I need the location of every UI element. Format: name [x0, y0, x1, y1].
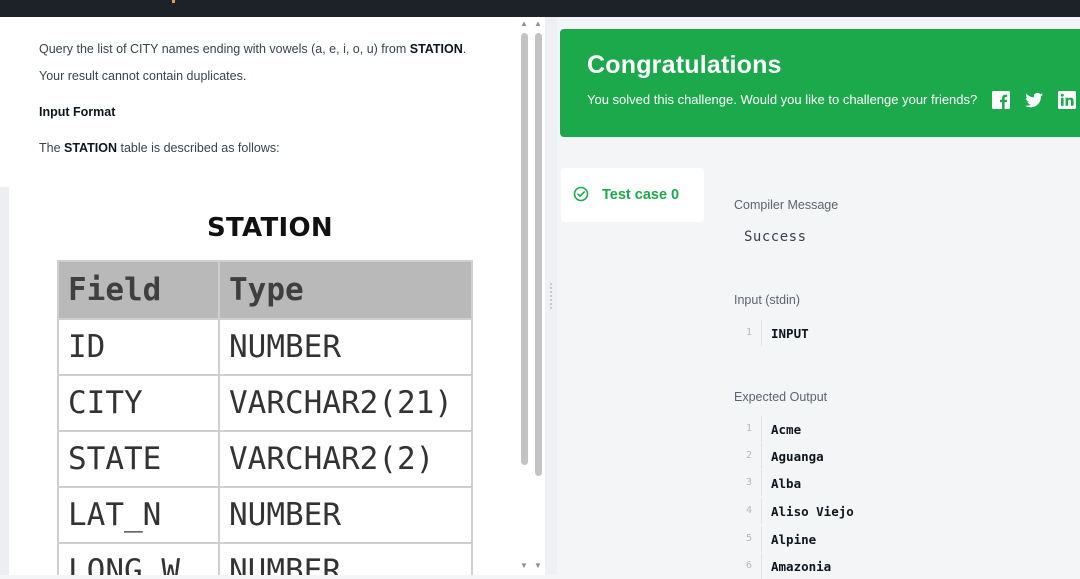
table-row: LONG_W NUMBER	[57, 542, 473, 575]
scroll-down-arrow-outer[interactable]: ▼	[534, 562, 542, 570]
resize-grip-icon[interactable]	[549, 282, 553, 310]
check-circle-icon	[573, 186, 589, 202]
facebook-icon[interactable]	[991, 90, 1011, 110]
type-cell: NUMBER	[218, 486, 473, 544]
line-number: 1	[745, 423, 752, 434]
panel-edge-shade	[0, 187, 9, 575]
problem-description-line2: Your result cannot contain duplicates.	[39, 69, 247, 83]
table-row: CITY VARCHAR2(21)	[57, 374, 473, 432]
banner-message: You solved this challenge. Would you lik…	[587, 92, 978, 107]
output-line: 6 Amazonia	[734, 553, 1034, 579]
line-number: 4	[745, 505, 752, 516]
gutter-divider	[761, 498, 762, 524]
gutter-divider	[761, 320, 762, 346]
scroll-down-arrow-inner[interactable]: ▼	[520, 562, 528, 570]
output-line: 4 Aliso Viejo	[734, 498, 1034, 524]
field-cell: STATE	[57, 430, 220, 488]
congratulations-banner: Congratulations You solved this challeng…	[560, 29, 1080, 137]
test-case-label: Test case 0	[602, 187, 680, 203]
type-cell: VARCHAR2(2)	[218, 430, 473, 488]
input-line-text: INPUT	[771, 326, 809, 341]
type-cell: VARCHAR2(21)	[218, 374, 473, 432]
field-cell: LAT_N	[57, 486, 220, 544]
type-cell: NUMBER	[218, 318, 473, 376]
inner-scrollbar-thumb[interactable]	[521, 33, 528, 465]
gutter-divider	[761, 443, 762, 469]
scroll-up-arrow-outer[interactable]: ▲	[534, 20, 542, 28]
problem-statement-panel: Query the list of CITY names ending with…	[0, 17, 545, 575]
station-table-title: STATION	[207, 213, 333, 243]
panel-resize-divider[interactable]	[545, 17, 557, 575]
test-case-tab[interactable]: Test case 0	[561, 168, 704, 222]
input-stdin-label: Input (stdin)	[734, 293, 801, 307]
column-header-field: Field	[57, 260, 220, 320]
outer-scrollbar-thumb[interactable]	[535, 33, 542, 476]
table-row: ID NUMBER	[57, 318, 473, 376]
top-navbar	[0, 0, 1080, 17]
scroll-up-arrow-inner[interactable]: ▲	[520, 20, 528, 28]
table-name-bold: STATION	[409, 42, 463, 56]
table-name-bold: STATION	[64, 141, 118, 155]
output-line-text: Alba	[771, 476, 802, 491]
gutter-divider	[761, 553, 762, 579]
table-description-text: The	[39, 141, 65, 155]
line-number: 1	[745, 327, 752, 338]
output-line: 2 Aguanga	[734, 443, 1034, 469]
table-row: STATE VARCHAR2(2)	[57, 430, 473, 488]
field-cell: ID	[57, 318, 220, 376]
type-cell: NUMBER	[218, 542, 473, 575]
output-line-text: Amazonia	[771, 559, 832, 574]
problem-text: Query the list of CITY names ending with…	[39, 42, 410, 56]
problem-description-line1: Query the list of CITY names ending with…	[39, 41, 466, 57]
gutter-divider	[761, 416, 762, 442]
table-description-text-end: table is described as follows:	[117, 141, 280, 155]
twitter-icon[interactable]	[1024, 90, 1044, 110]
problem-text-end: .	[462, 42, 467, 56]
table-header-row: Field Type	[57, 260, 473, 320]
field-cell: CITY	[57, 374, 220, 432]
output-line: 5 Alpine	[734, 526, 1034, 552]
table-description: The STATION table is described as follow…	[39, 140, 280, 156]
field-cell: LONG_W	[57, 542, 220, 575]
expected-output-label: Expected Output	[734, 390, 828, 404]
output-line: 1 Acme	[734, 416, 1034, 442]
input-format-heading: Input Format	[39, 105, 116, 119]
output-line-text: Alpine	[771, 532, 817, 547]
column-header-type: Type	[218, 260, 473, 320]
banner-title: Congratulations	[587, 51, 782, 79]
line-number: 5	[745, 533, 752, 544]
gutter-divider	[761, 470, 762, 496]
line-number: 6	[745, 560, 752, 571]
output-line-text: Acme	[771, 422, 802, 437]
submission-result-panel: Congratulations You solved this challeng…	[557, 17, 1080, 579]
linkedin-icon[interactable]	[1057, 90, 1077, 110]
gutter-divider	[761, 526, 762, 552]
output-line-text: Aguanga	[771, 449, 824, 464]
station-schema-table: Field Type ID NUMBER CITY VARCHAR2(21) STA…	[57, 260, 473, 575]
compiler-message-value: Success	[744, 229, 807, 245]
input-line: 1 INPUT	[734, 320, 1034, 346]
output-line: 3 Alba	[734, 470, 1034, 496]
line-number: 3	[745, 477, 752, 488]
output-line-text: Aliso Viejo	[771, 504, 854, 519]
table-row: LAT_N NUMBER	[57, 486, 473, 544]
navbar-marker	[172, 0, 175, 3]
compiler-message-label: Compiler Message	[734, 198, 839, 212]
line-number: 2	[745, 450, 752, 461]
